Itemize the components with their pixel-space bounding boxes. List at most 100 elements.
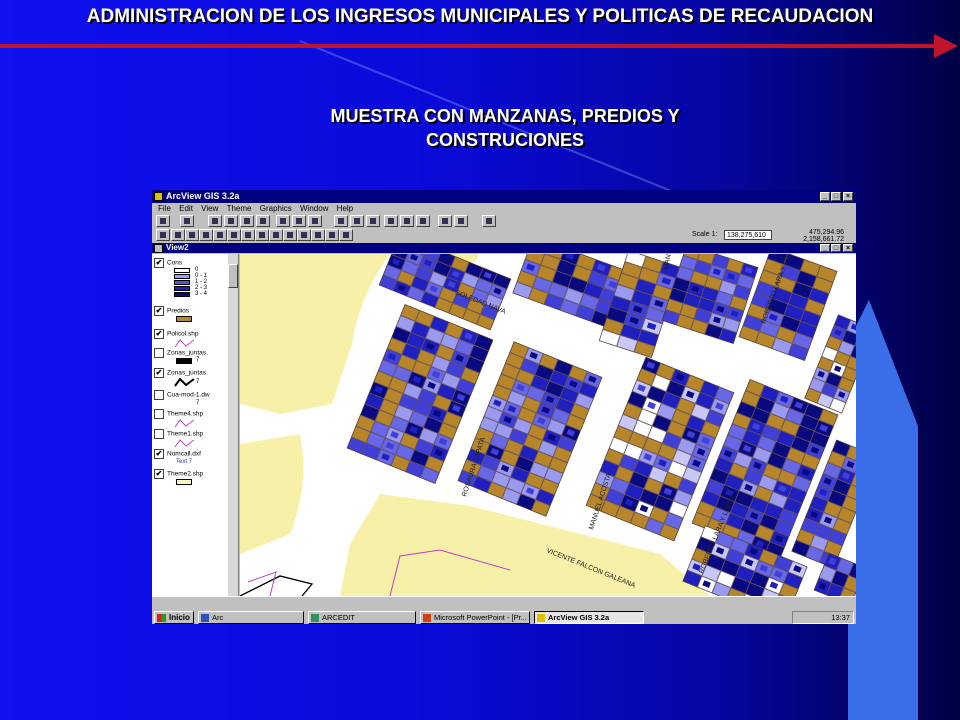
hotlink-tool[interactable] [269,229,283,241]
legend-theme-item[interactable]: ✔ Theme2.shp [154,469,203,479]
menu-graphics[interactable]: Graphics [260,204,292,213]
view-minimize-button[interactable]: _ [820,244,830,252]
print-button[interactable] [256,215,270,227]
toc-scrollbar[interactable] [228,254,238,596]
theme-properties-button[interactable] [208,215,222,227]
locate-address-button[interactable] [292,215,306,227]
zoom-selected-button[interactable] [366,215,380,227]
cons-class-swatch [174,274,190,279]
coord-y: 2,158,661.72 [803,236,844,243]
edit-legend-button[interactable] [224,215,238,227]
theme-checkbox[interactable]: ✔ [154,306,164,316]
button-bar [152,214,856,228]
theme-name: Predios [167,307,190,315]
legend-theme-item[interactable]: Zonas_juntas. [154,348,208,358]
view-titlebar[interactable]: View2 _ □ × [152,243,856,253]
measure-tool[interactable] [255,229,269,241]
zoom-in-button[interactable] [384,215,398,227]
vertex-edit-tool[interactable] [185,229,199,241]
line-symbol-icon [174,419,195,428]
legend-theme-item[interactable]: ✔ Zonas_juntas. [154,368,208,378]
identify-tool[interactable] [156,229,170,241]
coord-x: 475,294.96 [808,229,844,236]
windows-logo-icon [157,614,166,622]
legend-theme-item[interactable]: Cua-mod-1.dw [154,390,210,400]
legend-theme-item[interactable]: Theme4.shp [154,409,203,419]
view-icon [154,244,163,253]
draw-tool[interactable] [325,229,339,241]
legend-theme-item[interactable]: ✔ Policol.shp [154,329,198,339]
map-canvas[interactable]: SOLEDAD NAVAROSAURA ZAPATAMANUEL ACOSTA R… [240,254,856,596]
task-arc[interactable]: Arc [198,611,304,624]
zoom-in-tool[interactable] [213,229,227,241]
snap-tool[interactable] [339,229,353,241]
maximize-button[interactable]: □ [831,192,841,201]
theme-checkbox[interactable] [154,390,164,400]
theme-name: Theme4.shp [167,410,204,418]
zoom-out-button[interactable] [400,215,414,227]
scale-input[interactable]: 138,275,610 [724,230,772,240]
zoom-previous-button[interactable] [416,215,430,227]
select-feature-tool[interactable] [199,229,213,241]
theme-name: Zonas_juntas. [167,349,208,357]
clear-selection-button[interactable] [454,215,468,227]
line-symbol-icon [174,439,195,448]
text-tool[interactable] [311,229,325,241]
theme-checkbox[interactable] [154,348,164,358]
subtitle-line-2: CONSTRUCIONES [425,130,584,150]
area-of-interest-tool[interactable] [283,229,297,241]
legend-cons-item[interactable]: ✔ Cons [154,258,182,268]
title-arrow-icon [934,34,958,58]
menu-window[interactable]: Window [300,204,328,213]
menu-file[interactable]: File [158,204,171,213]
help-button[interactable] [482,215,496,227]
add-theme-button[interactable] [180,215,194,227]
menu-view[interactable]: View [201,204,218,213]
select-features-button[interactable] [438,215,452,227]
view-table-of-contents: ✔ Cons 00 - 11 - 22 - 33 - 4 ✔ Predios ✔ Pol… [152,254,239,596]
label-tool[interactable] [297,229,311,241]
menu-edit[interactable]: Edit [179,204,193,213]
find-button[interactable] [276,215,290,227]
cons-class-swatch [174,292,190,297]
tray-clock[interactable]: 13:37 [831,613,850,622]
zoom-out-tool[interactable] [227,229,241,241]
zoom-active-theme-button[interactable] [350,215,364,227]
open-table-button[interactable] [240,215,254,227]
legend-theme-item[interactable]: ✔ Predios [154,306,189,316]
pointer-tool[interactable] [171,229,185,241]
start-button[interactable]: Inicio [154,611,194,624]
slide-subtitle: MUESTRA CON MANZANAS, PREDIOS Y CONSTRUC… [200,104,810,152]
legend-theme-item[interactable]: ✔ Nomcall.dxf [154,449,201,459]
arcview-window: ArcView GIS 3.2a _ □ × File Edit View Th… [152,190,856,624]
close-button[interactable]: × [843,192,853,201]
theme-checkbox[interactable]: ✔ [154,469,164,479]
arcview-app-icon [154,192,163,201]
map-display[interactable]: SOLEDAD NAVA ROSAURA ZAPATA MANUEL ACOSTA R… [240,254,856,596]
theme-checkbox[interactable]: ✔ [154,329,164,339]
legend-theme-item[interactable]: Theme1.shp [154,429,203,439]
view-maximize-button[interactable]: □ [831,244,841,252]
zoom-full-extent-button[interactable] [334,215,348,227]
menu-theme[interactable]: Theme [227,204,252,213]
theme-name: Nomcall.dxf [167,450,201,458]
theme-checkbox[interactable] [154,429,164,439]
cons-checkbox[interactable]: ✔ [154,258,164,268]
theme-checkbox[interactable] [154,409,164,419]
view-close-button[interactable]: × [843,244,853,252]
minimize-button[interactable]: _ [820,192,830,201]
query-builder-button[interactable] [308,215,322,227]
pan-tool[interactable] [241,229,255,241]
theme-checkbox[interactable]: ✔ [154,368,164,378]
menu-help[interactable]: Help [337,204,353,213]
task-arcedit[interactable]: ARCEDIT [308,611,416,624]
window-titlebar[interactable]: ArcView GIS 3.2a _ □ × [152,190,856,203]
save-project-button[interactable] [156,215,170,227]
toc-scroll-thumb[interactable] [228,264,238,288]
task-arcview[interactable]: ArcView GIS 3.2a [534,611,644,624]
line-symbol-icon [174,339,195,348]
task-powerpoint[interactable]: Microsoft PowerPoint - [Pr... [420,611,530,624]
line-symbol-icon [174,378,195,387]
title-rule [0,44,940,48]
theme-checkbox[interactable]: ✔ [154,449,164,459]
